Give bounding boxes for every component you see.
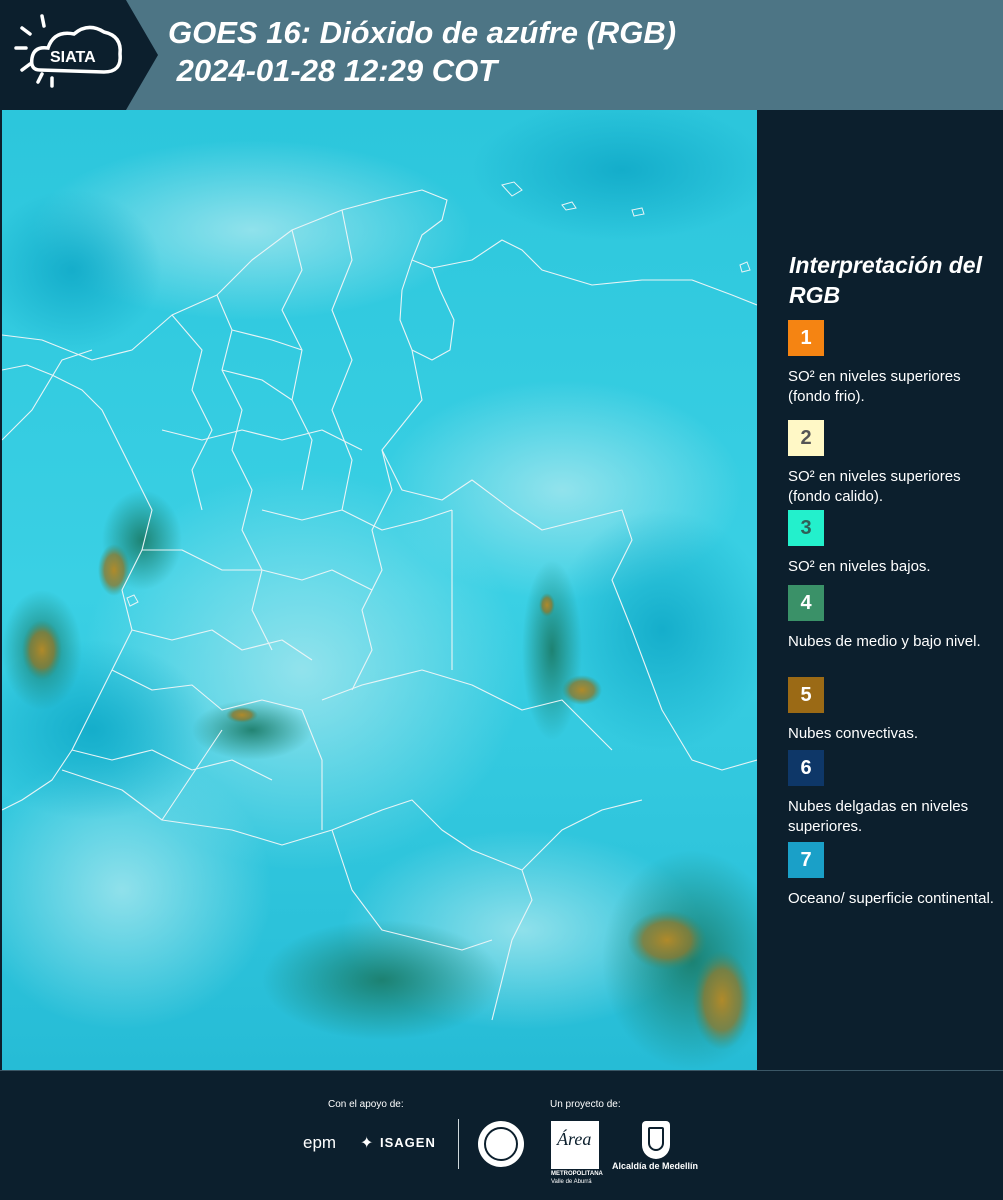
area-line1: METROPOLITANA bbox=[551, 1171, 603, 1177]
legend-swatch: 1 bbox=[788, 320, 824, 356]
legend-item-2: 2 SO² en niveles superiores (fondo calid… bbox=[788, 420, 998, 507]
title-datetime: 2024-01-28 12:29 COT bbox=[168, 53, 498, 88]
legend-swatch: 4 bbox=[788, 585, 824, 621]
legend-label: Nubes delgadas en niveles superiores. bbox=[788, 798, 969, 835]
footer-divider bbox=[458, 1119, 459, 1169]
footer: Con el apoyo de: Un proyecto de: epm ✦ I… bbox=[0, 1070, 1003, 1200]
legend-item-5: 5 Nubes convectivas. bbox=[788, 677, 998, 744]
legend-panel: Interpretación del RGB 1 SO² en niveles … bbox=[760, 110, 1003, 1070]
legend-label: SO² en niveles superiores (fondo frio). bbox=[788, 368, 961, 405]
alcaldia-name: Alcaldía de Medellín bbox=[612, 1161, 699, 1171]
epm-logo: epm bbox=[303, 1133, 337, 1152]
legend-item-1: 1 SO² en niveles superiores (fondo frio)… bbox=[788, 320, 998, 407]
legend-label: SO² en niveles bajos. bbox=[788, 558, 931, 575]
support-label: Con el apoyo de: bbox=[328, 1099, 404, 1110]
legend-label: Oceano/ superficie continental. bbox=[788, 890, 994, 907]
legend-title: Interpretación del RGB bbox=[789, 252, 982, 308]
siata-logo: SIATA bbox=[0, 0, 158, 110]
area-line2: Valle de Aburrá bbox=[551, 1179, 592, 1185]
legend-swatch: 5 bbox=[788, 677, 824, 713]
legend-label: Nubes convectivas. bbox=[788, 725, 919, 742]
title-product: GOES 16: Dióxido de azúfre (RGB) bbox=[168, 15, 677, 50]
legend-swatch: 6 bbox=[788, 750, 824, 786]
svg-text:SIATA: SIATA bbox=[50, 49, 96, 66]
isagen-icon: ✦ bbox=[360, 1135, 374, 1152]
project-label: Un proyecto de: bbox=[550, 1099, 621, 1110]
medellin-seal-icon bbox=[478, 1121, 524, 1167]
legend-item-6: 6 Nubes delgadas en niveles superiores. bbox=[788, 750, 998, 837]
legend-label: Nubes de medio y bajo nivel. bbox=[788, 633, 981, 650]
legend-item-4: 4 Nubes de medio y bajo nivel. bbox=[788, 585, 998, 652]
legend-item-3: 3 SO² en niveles bajos. bbox=[788, 510, 998, 577]
header-bar: SIATA GOES 16: Dióxido de azúfre (RGB) 2… bbox=[0, 0, 1003, 110]
isagen-logo: ISAGEN bbox=[380, 1135, 436, 1150]
legend-swatch: 3 bbox=[788, 510, 824, 546]
alcaldia-shield-icon bbox=[642, 1121, 670, 1159]
legend-item-7: 7 Oceano/ superficie continental. bbox=[788, 842, 998, 909]
page-title: GOES 16: Dióxido de azúfre (RGB) 2024-01… bbox=[168, 14, 676, 90]
area-metropolitana-logo: Área bbox=[551, 1121, 599, 1169]
legend-label: SO² en niveles superiores (fondo calido)… bbox=[788, 468, 961, 505]
legend-swatch: 2 bbox=[788, 420, 824, 456]
satellite-map bbox=[2, 110, 757, 1070]
legend-swatch: 7 bbox=[788, 842, 824, 878]
